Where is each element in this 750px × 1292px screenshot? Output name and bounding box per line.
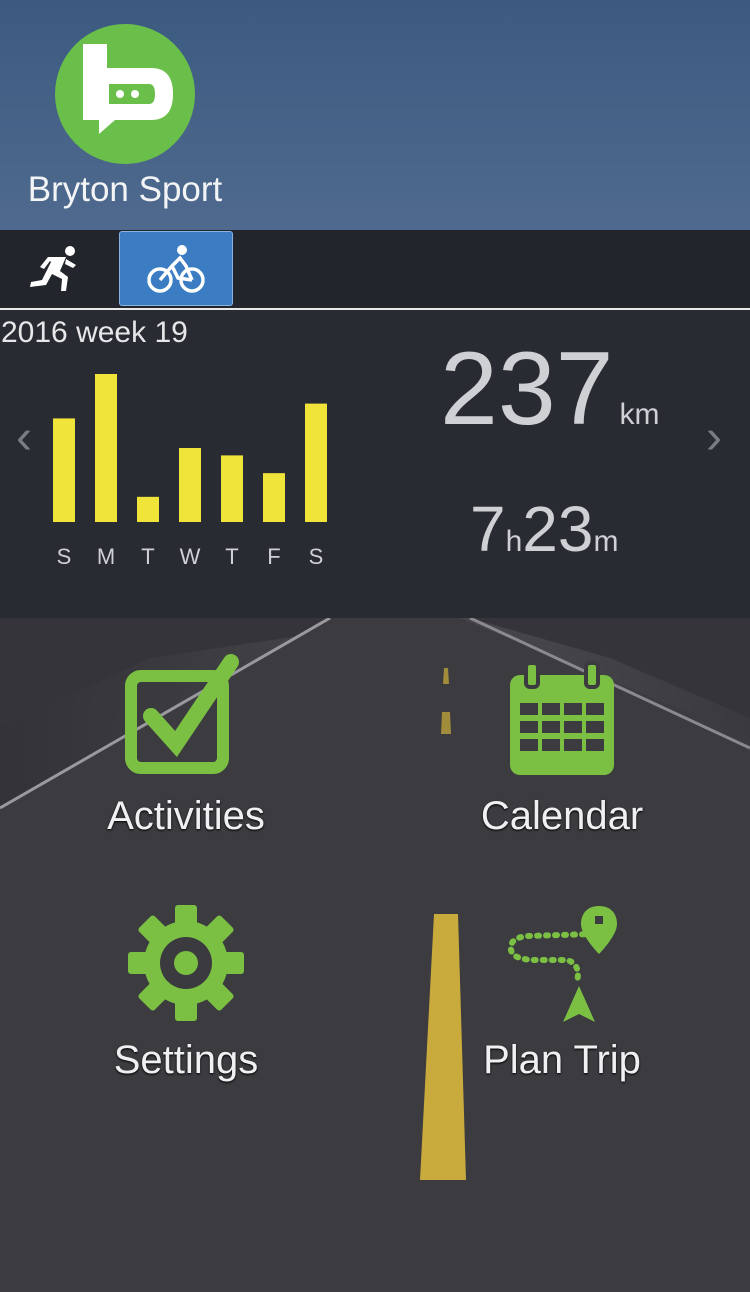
calendar-icon <box>510 661 614 775</box>
sport-tab-bar <box>0 230 750 310</box>
chart-bar-1 <box>95 374 117 522</box>
chart-bar-2 <box>137 496 159 522</box>
road-background: Activities Calendar Settings Plan Trip <box>0 618 750 1292</box>
menu-settings[interactable]: Settings <box>36 898 336 1083</box>
duration-readout: 7h23m <box>470 492 618 566</box>
duration-minutes-unit: m <box>593 525 619 558</box>
duration-hours-unit: h <box>505 525 523 558</box>
running-icon <box>30 245 76 291</box>
bryton-logo-icon <box>55 24 195 164</box>
chart-day-label-2: T <box>141 544 154 569</box>
weekly-summary-panel: 2016 week 19 ‹ SMTWTFS 237 km 7h23m › <box>0 310 750 618</box>
route-icon <box>507 906 617 1022</box>
calendar-label: Calendar <box>480 794 644 838</box>
next-week-chevron-icon[interactable]: › <box>706 410 722 465</box>
gear-icon <box>128 905 244 1021</box>
distance-value: 237 <box>440 331 614 447</box>
tab-cycling[interactable] <box>119 231 233 306</box>
chart-day-label-5: F <box>267 544 280 569</box>
settings-label: Settings <box>113 1038 259 1082</box>
plan-trip-label: Plan Trip <box>483 1038 641 1082</box>
chart-day-label-1: M <box>97 544 115 569</box>
chart-day-label-4: T <box>225 544 238 569</box>
distance-readout: 237 km <box>440 330 660 449</box>
duration-hours: 7 <box>470 493 506 565</box>
week-label: 2016 week 19 <box>1 316 188 349</box>
chart-bar-5 <box>263 473 285 522</box>
app-header: Bryton Sport <box>0 0 750 230</box>
previous-week-chevron-icon[interactable]: ‹ <box>16 410 32 465</box>
brand-name: Bryton Sport <box>27 170 223 209</box>
menu-calendar[interactable]: Calendar <box>412 654 712 839</box>
chart-bar-0 <box>53 418 75 522</box>
chart-bar-3 <box>179 448 201 522</box>
chart-bar-4 <box>221 455 243 522</box>
chart-day-label-3: W <box>180 544 201 569</box>
checkbox-icon <box>125 654 239 774</box>
menu-plan-trip[interactable]: Plan Trip <box>412 898 712 1083</box>
weekly-bar-chart: SMTWTFS <box>53 374 327 569</box>
distance-unit: km <box>619 398 660 431</box>
tab-running[interactable] <box>0 230 112 305</box>
chart-day-label-0: S <box>57 544 72 569</box>
cycling-icon <box>147 244 205 293</box>
activities-label: Activities <box>107 794 265 838</box>
duration-minutes: 23 <box>522 493 594 565</box>
chart-day-label-6: S <box>309 544 324 569</box>
chart-bar-6 <box>305 403 327 522</box>
menu-activities[interactable]: Activities <box>36 654 336 839</box>
